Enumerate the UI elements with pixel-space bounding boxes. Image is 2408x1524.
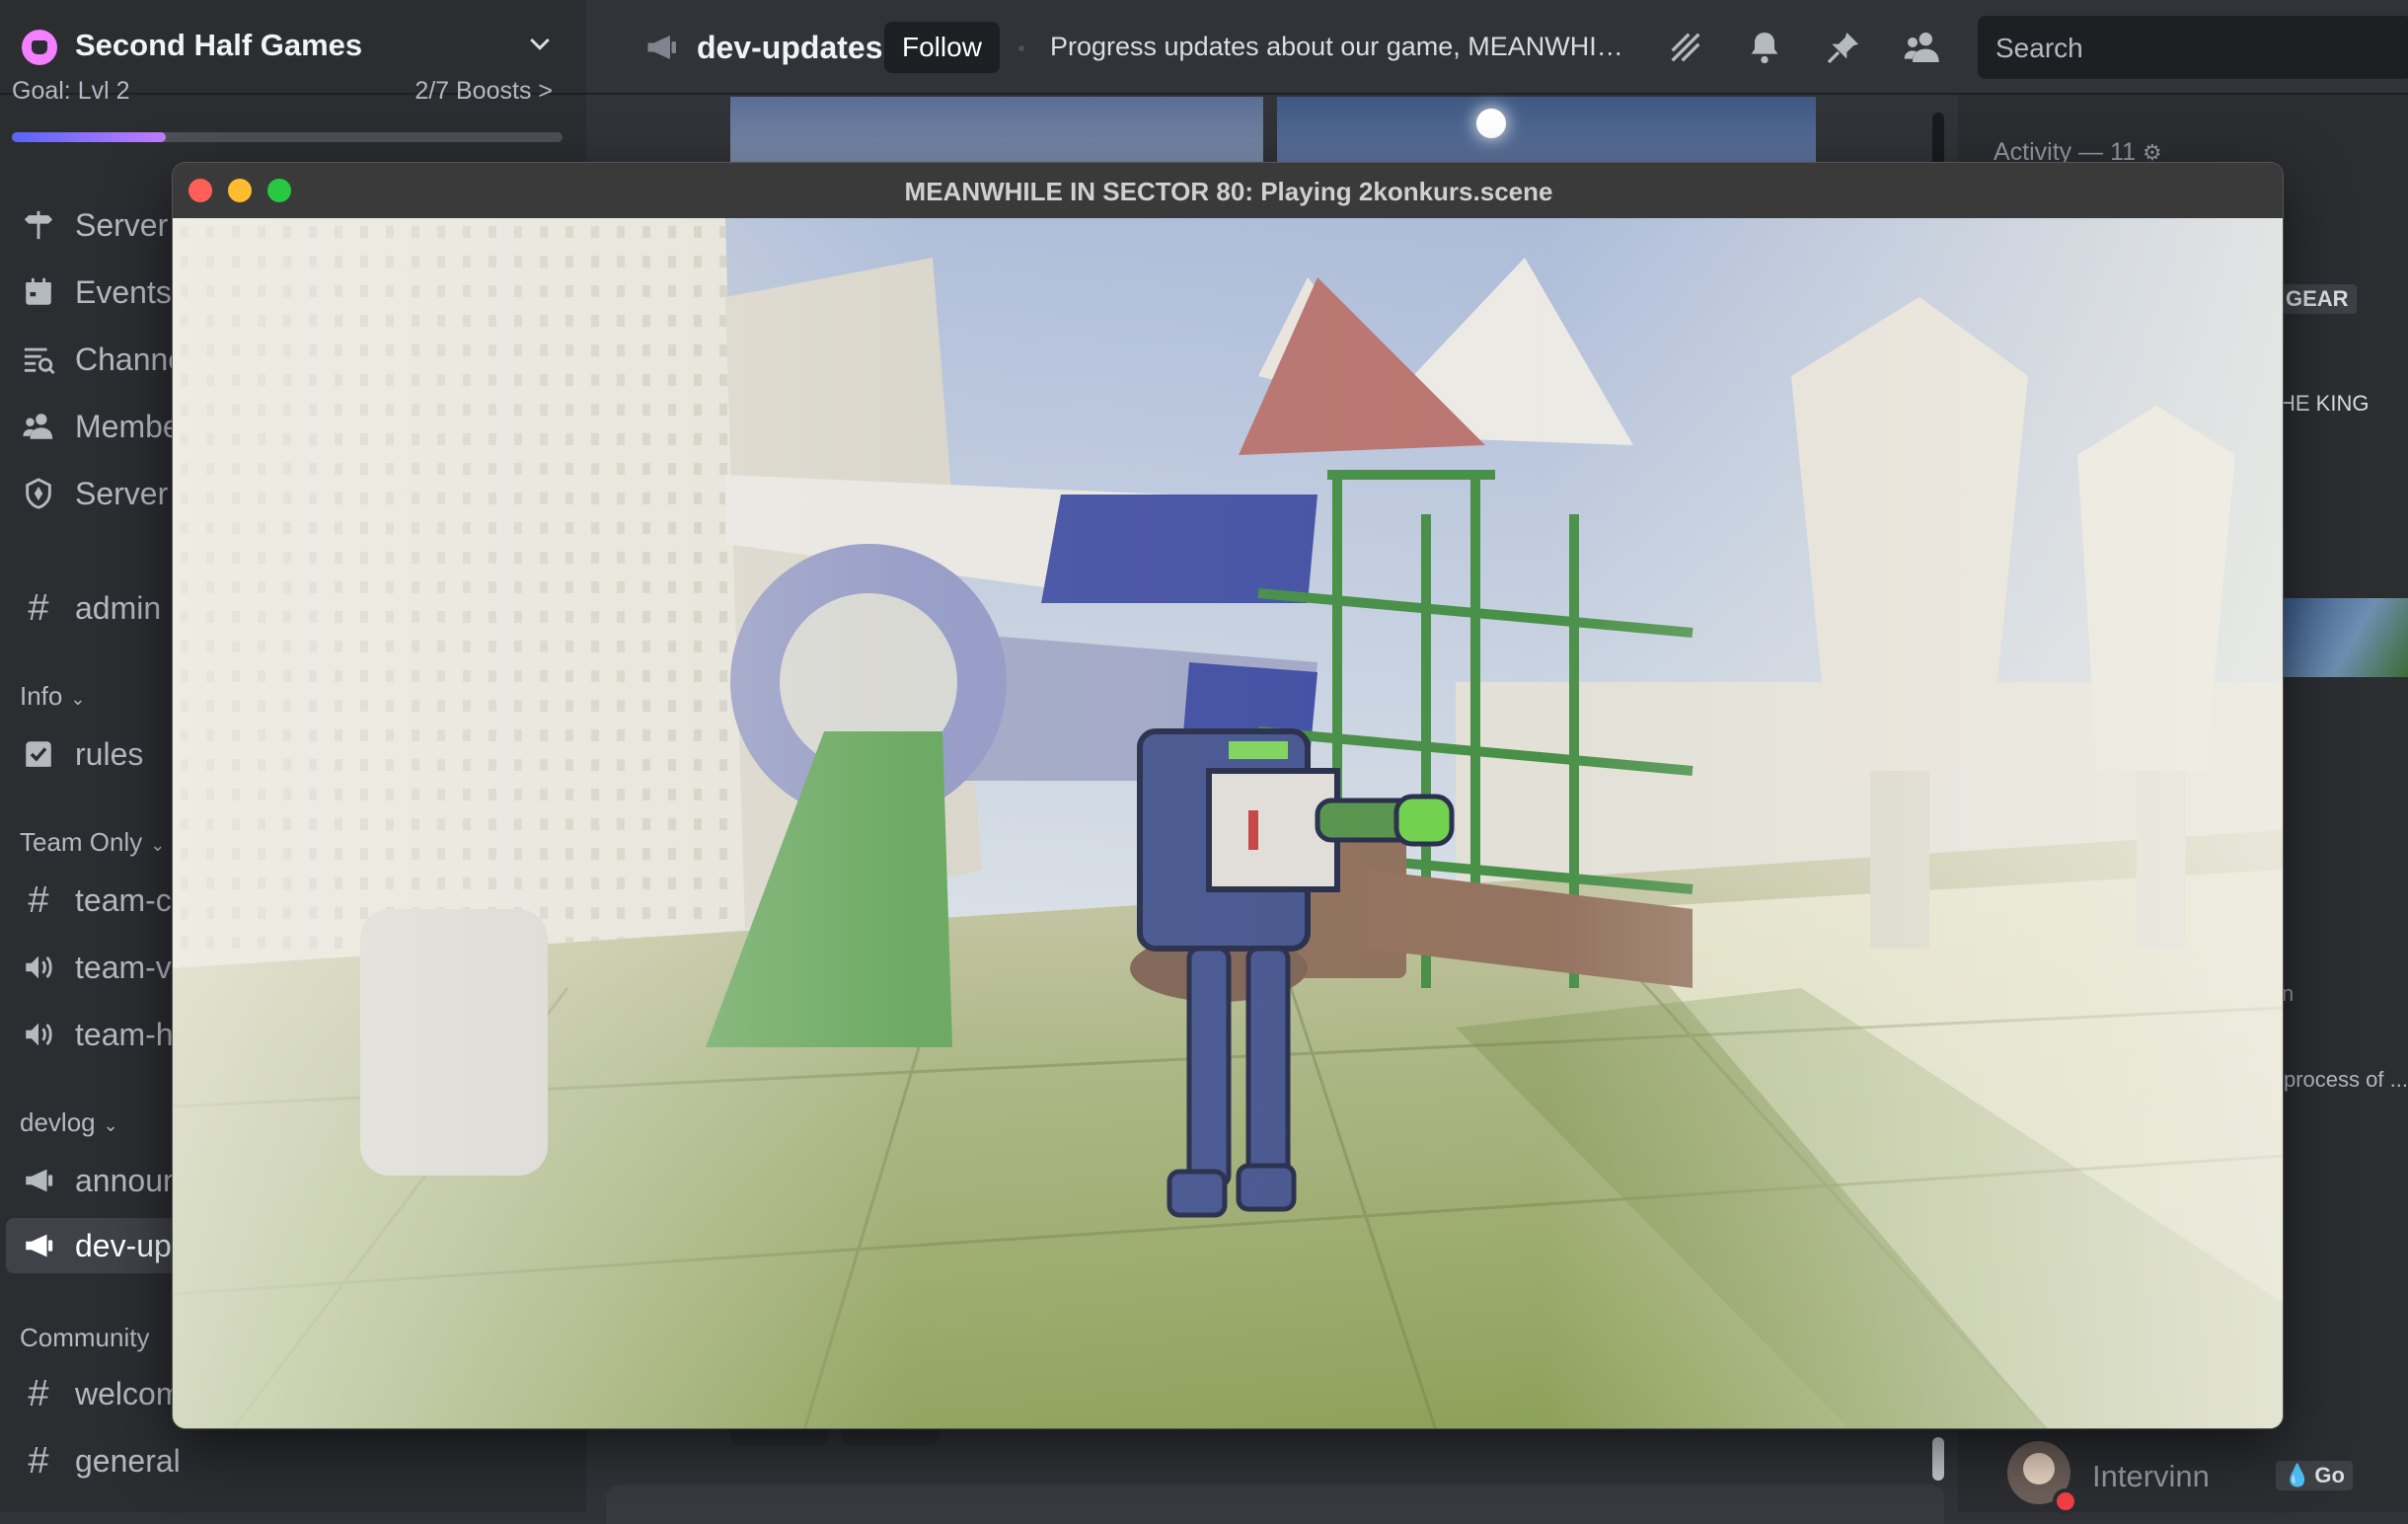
search-input[interactable] bbox=[1978, 16, 2408, 81]
member-activity-text: HE KING bbox=[2280, 391, 2370, 416]
guild-tag[interactable]: 💧 Go bbox=[2276, 1461, 2353, 1490]
scrollbar-thumb[interactable] bbox=[1932, 1437, 1944, 1481]
category-label: Info bbox=[20, 681, 63, 711]
chevron-down-icon: ⌄ bbox=[150, 835, 166, 855]
message-composer[interactable] bbox=[606, 1485, 1944, 1524]
sidebar-item-general[interactable]: # general bbox=[0, 1433, 586, 1488]
channel-browse-icon bbox=[20, 341, 57, 378]
category-label: devlog bbox=[20, 1107, 96, 1137]
sidebar-item-label: announ bbox=[75, 1162, 181, 1198]
category-devlog[interactable]: devlog ⌄ bbox=[20, 1107, 118, 1138]
channel-topic[interactable]: Progress updates about our game, MEANWHI… bbox=[1050, 32, 1632, 62]
calendar-icon bbox=[20, 273, 57, 311]
sidebar-item-label: dev-up bbox=[75, 1227, 172, 1263]
hashtag-icon: # bbox=[28, 586, 49, 629]
category-label: Community bbox=[20, 1323, 150, 1352]
category-label: Team Only bbox=[20, 827, 143, 857]
member-list-item[interactable]: Intervinn 💧 Go bbox=[2007, 1441, 2408, 1514]
voice-speaker-icon bbox=[20, 1016, 57, 1053]
boost-goal-row[interactable]: Goal: Lvl 2 2/7 Boosts > bbox=[12, 77, 564, 107]
sun-graphic bbox=[1476, 109, 1506, 138]
game-viewport[interactable] bbox=[173, 218, 2284, 1429]
boost-count: 2/7 Boosts > bbox=[414, 77, 553, 105]
members-icon bbox=[20, 408, 57, 445]
member-list-icon[interactable] bbox=[1903, 28, 1942, 67]
game-window[interactable]: MEANWHILE IN SECTOR 80: Playing 2konkurs… bbox=[172, 162, 2284, 1429]
follow-button[interactable]: Follow bbox=[884, 22, 1000, 73]
sidebar-item-label: Events bbox=[75, 273, 172, 310]
threads-icon[interactable] bbox=[1666, 28, 1705, 67]
chevron-down-icon[interactable] bbox=[525, 30, 555, 59]
boost-goal-label: Goal: Lvl 2 bbox=[12, 77, 130, 105]
boost-progress-fill bbox=[12, 132, 167, 142]
megaphone-icon bbox=[647, 36, 676, 59]
topic-divider bbox=[1018, 45, 1024, 51]
sidebar-item-label: welcom bbox=[75, 1375, 183, 1411]
window-titlebar[interactable]: MEANWHILE IN SECTOR 80: Playing 2konkurs… bbox=[173, 163, 2283, 219]
rules-checkbox-icon bbox=[20, 735, 57, 773]
search-box[interactable] bbox=[1978, 16, 2408, 81]
signpost-icon bbox=[20, 206, 57, 244]
sidebar-item-label: Server bbox=[75, 475, 169, 511]
hashtag-icon: # bbox=[28, 878, 49, 921]
server-name: Second Half Games bbox=[75, 28, 363, 62]
sidebar-item-label: Membe bbox=[75, 408, 181, 444]
channel-name: dev-updates bbox=[697, 30, 883, 65]
sidebar-item-label: team-h bbox=[75, 1016, 174, 1052]
category-info[interactable]: Info ⌄ bbox=[20, 681, 85, 712]
boost-progress-bar bbox=[12, 132, 563, 142]
activity-image[interactable] bbox=[2284, 598, 2408, 677]
voice-speaker-icon bbox=[20, 949, 57, 986]
sidebar-item-label: Channe bbox=[75, 341, 187, 377]
hashtag-icon: # bbox=[28, 1372, 49, 1414]
chevron-down-icon: ⌄ bbox=[70, 689, 86, 709]
embed-image[interactable] bbox=[730, 97, 1263, 164]
megaphone-icon bbox=[20, 1162, 57, 1199]
sidebar-item-label: rules bbox=[75, 735, 144, 772]
member-badge: GEAR bbox=[2278, 284, 2357, 314]
sidebar-item-label: Server bbox=[75, 206, 169, 243]
chevron-down-icon: ⌄ bbox=[103, 1115, 118, 1135]
shield-icon bbox=[20, 475, 57, 512]
server-home-icon bbox=[22, 30, 57, 65]
sidebar-item-label: team-c bbox=[75, 881, 172, 918]
member-name: Intervinn bbox=[2092, 1459, 2210, 1493]
pin-icon[interactable] bbox=[1824, 28, 1863, 67]
member-activity-text: process of ... bbox=[2284, 1067, 2408, 1092]
guild-tag-label: Go bbox=[2314, 1463, 2345, 1487]
window-title: MEANWHILE IN SECTOR 80: Playing 2konkurs… bbox=[904, 177, 1553, 206]
sidebar-item-label: team-v bbox=[75, 949, 172, 985]
dnd-status-icon bbox=[2053, 1488, 2078, 1514]
sidebar-item-label: admin bbox=[75, 589, 162, 626]
megaphone-icon bbox=[20, 1227, 57, 1264]
category-team-only[interactable]: Team Only ⌄ bbox=[20, 827, 165, 858]
bell-icon[interactable] bbox=[1745, 28, 1784, 67]
embed-image[interactable] bbox=[1277, 97, 1816, 164]
channel-header: dev-updates Follow Progress updates abou… bbox=[586, 0, 2408, 95]
droplet-icon: 💧 bbox=[2284, 1463, 2311, 1487]
hashtag-icon: # bbox=[28, 1439, 49, 1482]
category-community[interactable]: Community bbox=[20, 1323, 149, 1353]
sidebar-item-label: general bbox=[75, 1442, 181, 1479]
